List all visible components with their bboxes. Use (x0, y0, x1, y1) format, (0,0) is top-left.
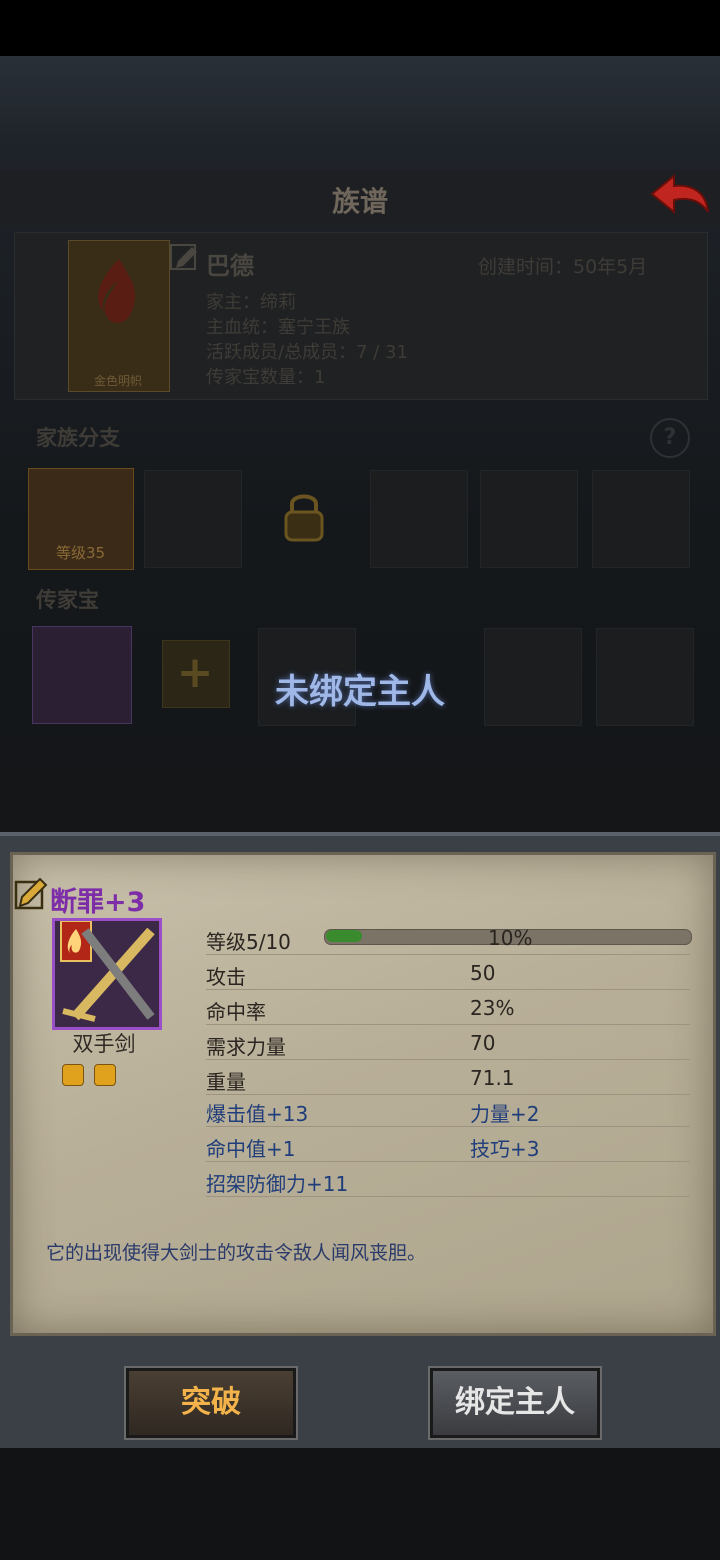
heirloom-section-title: 传家宝 (36, 588, 99, 612)
flame-icon (98, 259, 136, 323)
patriarch-line: 家主：缔莉 (206, 292, 296, 313)
item-description: 它的出现使得大剑士的攻击令敌人闻风丧胆。 (46, 1242, 427, 1264)
help-icon[interactable]: ? (650, 418, 690, 458)
breakthrough-button[interactable]: 突破 (124, 1366, 298, 1440)
xp-percent: 10% (488, 926, 533, 950)
pencil-icon[interactable] (14, 876, 48, 910)
unbound-owner-text: 未绑定主人 (275, 672, 445, 712)
lock-icon (284, 494, 324, 542)
stat-label: 命中率 (206, 1000, 266, 1024)
row-divider (206, 1196, 690, 1197)
row-divider (206, 1094, 690, 1095)
two-handed-sword-icon (60, 920, 155, 1022)
stat-value: 71.1 (470, 1066, 515, 1090)
gem-icon (94, 1064, 116, 1086)
bonus-stat: 命中值+1 (206, 1137, 296, 1161)
back-arrow-icon[interactable] (648, 172, 712, 218)
bonus-stat: 力量+2 (470, 1102, 540, 1126)
stat-label: 需求力量 (206, 1035, 286, 1059)
item-icon[interactable] (52, 918, 162, 1030)
members-line: 活跃成员/总成员：7 / 31 (206, 342, 408, 363)
branch-slot[interactable] (370, 470, 468, 568)
stat-value: 23% (470, 996, 515, 1020)
row-divider (206, 1161, 690, 1162)
item-type: 双手剑 (72, 1032, 136, 1056)
branch-section-title: 家族分支 (36, 426, 120, 450)
item-name: 断罪+3 (50, 887, 146, 918)
branch-slot[interactable] (144, 470, 242, 568)
level-label: 等级5/10 (206, 930, 291, 954)
pencil-icon[interactable] (170, 244, 200, 274)
family-name: 巴德 (206, 252, 254, 280)
stat-value: 70 (470, 1031, 496, 1055)
page-title: 族谱 (331, 185, 388, 218)
bind-owner-button[interactable]: 绑定主人 (428, 1366, 602, 1440)
row-divider (206, 954, 690, 955)
member-level: 等级35 (56, 544, 106, 562)
banner-label: 金色明帜 (93, 374, 142, 388)
bottom-area (0, 1448, 720, 1560)
stat-label: 攻击 (206, 965, 246, 989)
family-banner (68, 240, 170, 392)
bloodline-line: 主血统：塞宁王族 (206, 317, 350, 338)
branch-slot[interactable] (592, 470, 690, 568)
branch-slot[interactable] (480, 470, 578, 568)
row-divider (206, 1126, 690, 1127)
xp-bar-fill (326, 930, 362, 942)
gem-icon (62, 1064, 84, 1086)
status-bar (0, 0, 720, 56)
stat-value: 50 (470, 961, 496, 985)
row-divider (206, 1024, 690, 1025)
row-divider (206, 1059, 690, 1060)
created-time: 创建时间：50年5月 (478, 256, 648, 278)
bonus-stat: 招架防御力+11 (206, 1172, 349, 1196)
stat-label: 重量 (206, 1070, 246, 1094)
bonus-stat: 技巧+3 (470, 1137, 540, 1161)
bonus-stat: 爆击值+13 (206, 1102, 309, 1126)
row-divider (206, 989, 690, 990)
heirloom-count-line: 传家宝数量：1 (206, 367, 326, 388)
